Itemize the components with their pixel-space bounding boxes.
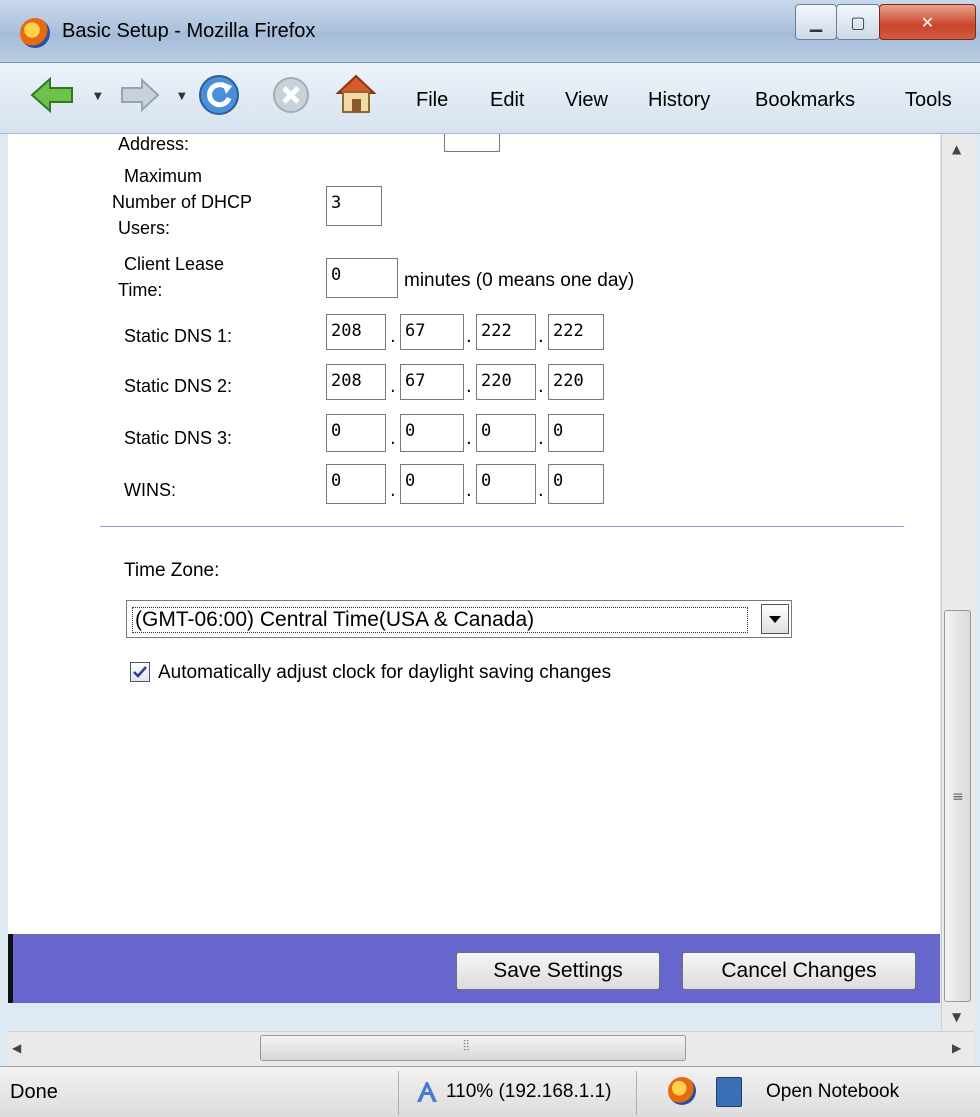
ip-dot: .	[466, 428, 472, 449]
dropdown-arrow-button[interactable]	[761, 604, 789, 634]
dns3-octet-3[interactable]: 0	[476, 414, 536, 452]
ip-dot: .	[538, 376, 544, 397]
dns2-octet-1[interactable]: 208	[326, 364, 386, 400]
ip-dot: .	[390, 376, 396, 397]
grip-icon: ⦙⦙	[463, 1038, 470, 1054]
back-history-chevron-icon[interactable]: ▼	[94, 91, 102, 102]
wins-octet-3[interactable]: 0	[476, 464, 536, 504]
timezone-select[interactable]: (GMT-06:00) Central Time(USA & Canada)	[126, 600, 792, 638]
dns3-label: Static DNS 3:	[124, 428, 233, 448]
vertical-scroll-thumb[interactable]: ≡	[944, 610, 971, 1002]
maximize-button[interactable]: ▢	[836, 4, 880, 40]
start-address-label: Address:	[118, 134, 190, 154]
dns1-octet-4[interactable]: 222	[548, 314, 604, 350]
ip-dot: .	[538, 428, 544, 449]
dns1-octet-1[interactable]: 208	[326, 314, 386, 350]
lease-time-input[interactable]: 0	[326, 258, 398, 298]
status-separator	[636, 1071, 637, 1115]
max-users-input[interactable]: 3	[326, 186, 382, 226]
scroll-left-icon[interactable]: ◀	[12, 1041, 21, 1055]
menu-tools[interactable]: Tools	[905, 89, 952, 112]
wins-octet-1[interactable]: 0	[326, 464, 386, 504]
dns2-octet-3[interactable]: 220	[476, 364, 536, 400]
wins-octet-4[interactable]: 0	[548, 464, 604, 504]
back-arrow-icon[interactable]	[30, 77, 74, 113]
close-button[interactable]: ✕	[879, 4, 976, 40]
save-settings-button[interactable]: Save Settings	[456, 952, 660, 990]
browser-window: Basic Setup - Mozilla Firefox ▁ ▢ ✕ ▼ ▼	[0, 0, 980, 1117]
checkmark-icon	[133, 666, 147, 678]
page-content: Address: Maximum Number of DHCP Users: 3…	[8, 134, 940, 1003]
ip-dot: .	[390, 428, 396, 449]
menu-history[interactable]: History	[648, 89, 710, 112]
maximize-icon: ▢	[850, 12, 866, 32]
ip-dot: .	[390, 326, 396, 347]
scroll-up-icon[interactable]: ▲	[952, 142, 961, 156]
timezone-selected-value: (GMT-06:00) Central Time(USA & Canada)	[132, 607, 748, 633]
dns2-label: Static DNS 2:	[124, 376, 233, 396]
cancel-changes-button[interactable]: Cancel Changes	[682, 952, 916, 990]
vertical-scrollbar[interactable]: ▲ ≡ ▼	[941, 134, 975, 1030]
minimize-icon: ▁	[809, 12, 823, 32]
horizontal-scrollbar[interactable]: ◀ ⦙⦙ ▶	[8, 1031, 974, 1066]
scroll-right-icon[interactable]: ▶	[952, 1041, 961, 1055]
ip-dot: .	[538, 480, 544, 501]
ip-dot: .	[538, 326, 544, 347]
lease-label-line1: Client Lease	[124, 254, 225, 274]
window-title: Basic Setup - Mozilla Firefox	[62, 20, 316, 42]
max-users-label-line1: Maximum	[124, 166, 203, 186]
lease-label-line2: Time:	[118, 280, 163, 300]
start-address-input[interactable]	[444, 134, 500, 152]
dns1-octet-2[interactable]: 67	[400, 314, 464, 350]
max-users-label-line3: Users:	[118, 218, 171, 238]
dns1-label: Static DNS 1:	[124, 326, 233, 346]
menu-view[interactable]: View	[565, 89, 608, 112]
dns2-octet-4[interactable]: 220	[548, 364, 604, 400]
status-text: Done	[10, 1081, 58, 1103]
max-users-label-line2: Number of DHCP	[112, 192, 253, 212]
open-notebook-link[interactable]: Open Notebook	[766, 1081, 899, 1103]
lease-hint: minutes (0 means one day)	[404, 270, 635, 291]
zoom-text-icon[interactable]	[414, 1079, 440, 1105]
title-bar: Basic Setup - Mozilla Firefox ▁ ▢ ✕	[0, 0, 980, 63]
status-bar: Done 110% (192.168.1.1) Open Notebook	[0, 1066, 980, 1117]
stop-icon[interactable]	[272, 76, 310, 114]
section-divider	[100, 526, 904, 527]
reload-icon[interactable]	[198, 74, 240, 116]
wins-octet-2[interactable]: 0	[400, 464, 464, 504]
dst-checkbox[interactable]	[130, 662, 150, 682]
zoom-level[interactable]: 110% (192.168.1.1)	[446, 1081, 612, 1103]
chevron-down-icon	[769, 616, 781, 623]
notebook-icon[interactable]	[716, 1077, 742, 1107]
ip-dot: .	[466, 480, 472, 501]
timezone-label: Time Zone:	[124, 560, 220, 581]
menu-bookmarks[interactable]: Bookmarks	[755, 89, 855, 112]
ip-dot: .	[466, 376, 472, 397]
menu-edit[interactable]: Edit	[490, 89, 524, 112]
dns2-octet-2[interactable]: 67	[400, 364, 464, 400]
horizontal-scroll-thumb[interactable]: ⦙⦙	[260, 1035, 686, 1061]
wins-label: WINS:	[124, 480, 176, 500]
forward-history-chevron-icon[interactable]: ▼	[178, 91, 186, 102]
navigation-toolbar: ▼ ▼ File Edit View History Bookmarks Too…	[0, 63, 980, 134]
status-separator	[398, 1071, 399, 1115]
ip-dot: .	[390, 480, 396, 501]
dns3-octet-2[interactable]: 0	[400, 414, 464, 452]
menu-file[interactable]: File	[416, 89, 448, 112]
firefox-addon-icon[interactable]	[668, 1077, 696, 1105]
ip-dot: .	[466, 326, 472, 347]
dns1-octet-3[interactable]: 222	[476, 314, 536, 350]
firefox-icon	[20, 18, 50, 48]
dns3-octet-4[interactable]: 0	[548, 414, 604, 452]
close-icon: ✕	[920, 12, 935, 32]
dst-label: Automatically adjust clock for daylight …	[158, 662, 612, 683]
scroll-down-icon[interactable]: ▼	[952, 1010, 961, 1024]
grip-icon: ≡	[952, 789, 964, 805]
home-icon[interactable]	[334, 73, 378, 115]
dns3-octet-1[interactable]: 0	[326, 414, 386, 452]
minimize-button[interactable]: ▁	[795, 4, 837, 40]
forward-arrow-icon[interactable]	[120, 77, 160, 113]
